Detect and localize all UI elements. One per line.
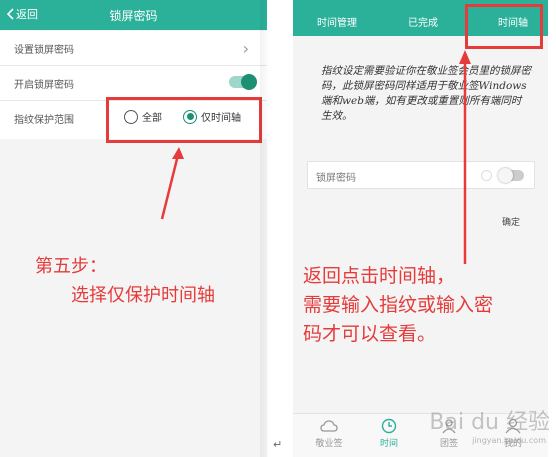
- highlight-box: [465, 4, 543, 49]
- tab-time-management[interactable]: 时间管理: [317, 14, 357, 29]
- nav-item-jingyeqian[interactable]: 敬业签: [299, 418, 359, 449]
- step-description: 选择仅保护时间轴: [71, 285, 215, 306]
- status-dot: [481, 170, 492, 181]
- lock-password-row: 锁屏密码: [307, 161, 535, 189]
- instruction-line-3: 码才可以查看。: [303, 323, 437, 345]
- confirm-button[interactable]: 确定: [502, 215, 520, 228]
- right-screenshot: 时间管理 已完成 时间轴 指纹设定需要验证你在敬业签会员里的锁屏密码，此锁屏密码…: [293, 0, 548, 457]
- tab-completed[interactable]: 已完成: [408, 14, 438, 29]
- divider-shadow: [260, 0, 270, 457]
- instruction-line-1: 返回点击时间轴，: [303, 265, 456, 287]
- toggle-knob: [241, 74, 257, 90]
- enable-lock-password-row: 开启锁屏密码: [0, 66, 267, 101]
- row-label: 锁屏密码: [316, 173, 356, 184]
- lock-password-toggle[interactable]: [498, 168, 524, 183]
- top-bar: 返回 锁屏密码: [0, 0, 267, 30]
- paragraph-mark: ↵: [273, 438, 283, 451]
- nav-label: 敬业签: [315, 439, 343, 449]
- row-label: 开启锁屏密码: [14, 80, 74, 91]
- annotation-arrow: [160, 147, 184, 220]
- highlight-box: [106, 97, 262, 143]
- row-label: 设置锁屏密码: [14, 45, 74, 56]
- left-screenshot: 返回 锁屏密码 设置锁屏密码 › 开启锁屏密码 指纹保护范围 全部 仅时间轴 第…: [0, 0, 267, 457]
- fingerprint-note: 指纹设定需要验证你在敬业签会员里的锁屏密码，此锁屏密码同样适用于敬业签Windo…: [321, 65, 531, 122]
- clock-icon: [381, 418, 397, 434]
- enable-lock-toggle[interactable]: [229, 74, 257, 90]
- toggle-knob: [498, 168, 513, 183]
- instruction-line-2: 需要输入指纹或输入密: [303, 294, 494, 316]
- nav-item-time[interactable]: 时间: [359, 418, 419, 449]
- nav-label: 时间: [379, 439, 398, 449]
- baidu-watermark: Bai du 经验: [429, 410, 550, 435]
- watermark-site: jingyan.baidu.com: [472, 436, 546, 445]
- cloud-icon: [320, 420, 338, 432]
- nav-label: 团签: [439, 439, 458, 449]
- row-label: 指纹保护范围: [14, 115, 74, 126]
- annotation-arrow: [459, 50, 471, 264]
- set-lock-password-row[interactable]: 设置锁屏密码 ›: [0, 31, 267, 66]
- chevron-right-icon: ›: [242, 39, 249, 58]
- step-title: 第五步：: [35, 256, 107, 277]
- page-title: 锁屏密码: [109, 9, 158, 23]
